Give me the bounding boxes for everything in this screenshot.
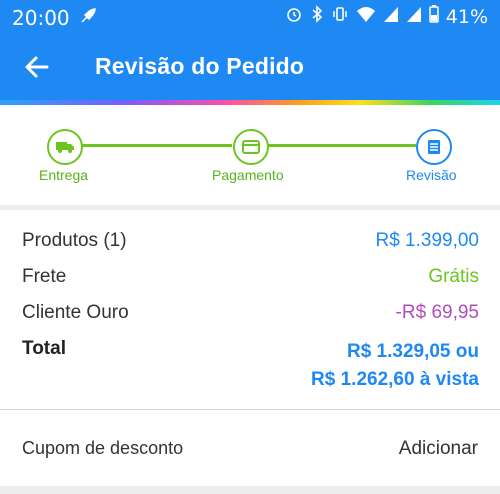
wifi-icon <box>356 5 376 28</box>
add-coupon-button[interactable]: Adicionar <box>399 438 478 460</box>
rocket-icon <box>78 6 98 31</box>
signal-icon-2 <box>406 5 422 28</box>
vibrate-icon <box>331 5 349 28</box>
battery-percent: 41% <box>445 5 488 28</box>
gold-customer-label: Cliente Ouro <box>22 302 129 323</box>
summary-row-products: Produtos (1) R$ 1.399,00 <box>22 230 479 252</box>
products-label: Produtos (1) <box>22 230 127 251</box>
step-delivery[interactable] <box>47 129 83 165</box>
truck-icon <box>56 142 74 153</box>
bottom-separator <box>0 486 500 494</box>
app-bar: Revisão do Pedido <box>0 34 500 100</box>
shipping-label: Frete <box>22 266 67 287</box>
total-cash: R$ 1.262,60 à vista <box>311 369 479 390</box>
gold-customer-discount: -R$ 69,95 <box>395 302 479 323</box>
bluetooth-icon <box>310 5 324 28</box>
step-label-payment: Pagamento <box>212 167 284 183</box>
summary-row-shipping: Frete Grátis <box>22 266 479 288</box>
coupon-row[interactable]: Cupom de desconto Adicionar <box>0 410 500 486</box>
signal-icon <box>383 5 399 28</box>
products-value: R$ 1.399,00 <box>375 230 479 251</box>
total-label: Total <box>22 338 66 359</box>
status-bar: 20:00 41% <box>0 0 500 34</box>
credit-card-icon <box>242 140 260 154</box>
battery-icon <box>429 5 439 28</box>
step-label-review: Revisão <box>406 167 457 183</box>
order-summary: Produtos (1) R$ 1.399,00 Frete Grátis Cl… <box>0 210 500 410</box>
summary-row-total: Total R$ 1.329,05 ou R$ 1.262,60 à vista <box>22 338 479 390</box>
step-label-delivery: Entrega <box>39 167 89 183</box>
status-icons: 41% <box>285 5 488 28</box>
alarm-icon <box>285 5 303 28</box>
step-payment[interactable] <box>233 129 269 165</box>
checkout-stepper: Entrega Pagamento Revisão <box>0 105 500 205</box>
receipt-icon <box>428 140 440 154</box>
step-connector <box>82 144 232 147</box>
summary-row-gold-customer: Cliente Ouro -R$ 69,95 <box>22 302 479 324</box>
total-installments: R$ 1.329,05 ou <box>346 341 479 362</box>
coupon-label: Cupom de desconto <box>22 438 184 458</box>
step-connector <box>268 144 416 147</box>
shipping-value: Grátis <box>428 266 479 287</box>
total-value: R$ 1.329,05 ou R$ 1.262,60 à vista <box>311 338 479 394</box>
back-arrow-icon[interactable] <box>22 52 52 82</box>
page-title: Revisão do Pedido <box>95 53 305 79</box>
status-time: 20:00 <box>12 6 70 30</box>
step-review[interactable] <box>416 129 452 165</box>
